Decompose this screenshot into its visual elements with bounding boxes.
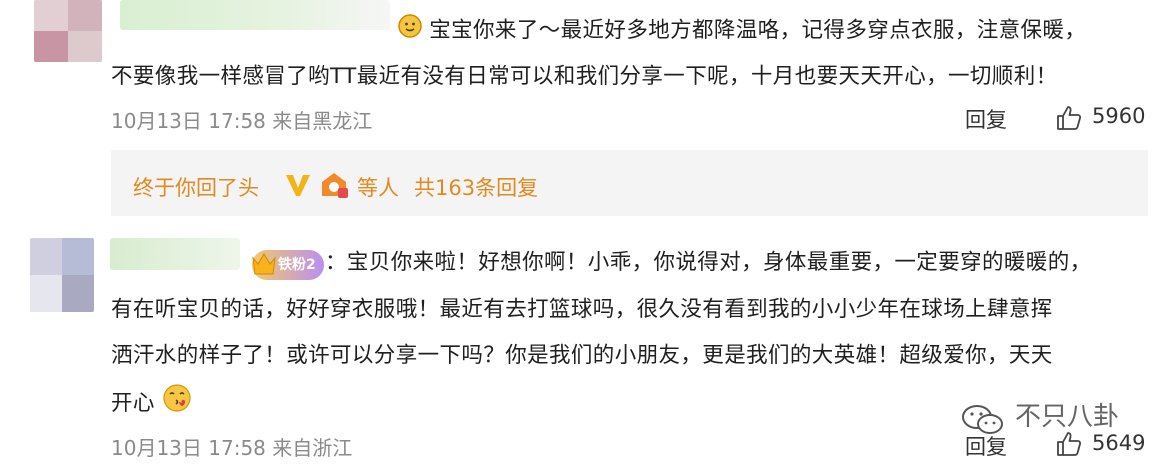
- wechat-icon: [962, 405, 1003, 434]
- comment-text: 不要像我一样感冒了哟TT最近有没有日常可以和我们分享一下呢，十月也要天天开心，一…: [111, 64, 1058, 89]
- comment-text: 宝宝你来了～最近好多地方都降温咯，记得多穿点衣服，注意保暖，: [429, 18, 1087, 43]
- comment-text-line: 宝宝你来了～最近好多地方都降温咯，记得多穿点衣服，注意保暖，: [398, 12, 1086, 50]
- like-count: 5960: [1092, 104, 1146, 128]
- thumbs-up-icon[interactable]: [1055, 430, 1083, 458]
- kiss-emoji-icon: [162, 383, 192, 425]
- reply-button[interactable]: 回复: [965, 104, 1007, 134]
- comment-meta: 10月13日 17:58 来自黑龙江: [111, 109, 373, 133]
- avatar[interactable]: [34, 0, 102, 62]
- comment-text: 有在听宝贝的话，好好穿衣服哦！最近有去打篮球吗，很久没有看到我的小小少年在球场上…: [111, 297, 1053, 322]
- fan-badge-icon: [322, 173, 348, 198]
- watermark-text: 不只八卦: [1015, 402, 1120, 432]
- username[interactable]: [110, 238, 240, 270]
- verified-v-icon: [286, 175, 310, 196]
- comment-meta: 10月13日 17:58 来自浙江: [111, 436, 353, 460]
- comment-text-line: 开心: [111, 383, 192, 425]
- replies-preview[interactable]: [111, 150, 1148, 216]
- reply-preview-tail: 等人: [357, 176, 399, 200]
- username[interactable]: [120, 0, 390, 30]
- comment-text: ：宝贝你来啦！好想你啊！小乖，你说得对，身体最重要，一定要穿的暖暖的，: [325, 250, 1092, 275]
- reply-preview-user[interactable]: 终于你回了头: [133, 172, 259, 202]
- like-count: 5649: [1092, 431, 1146, 455]
- emoji-icon: [398, 13, 422, 50]
- avatar[interactable]: [30, 238, 94, 312]
- comment-text: 洒汗水的样子了！或许可以分享一下吗？你是我们的小朋友，更是我们的大英雄！超级爱你…: [111, 343, 1053, 368]
- fan-level-label: 铁粉2: [278, 257, 316, 273]
- crown-icon: [252, 253, 276, 275]
- reply-count-link[interactable]: 共163条回复: [414, 172, 538, 202]
- thumbs-up-icon[interactable]: [1055, 104, 1083, 132]
- comment-text: 开心: [111, 391, 155, 416]
